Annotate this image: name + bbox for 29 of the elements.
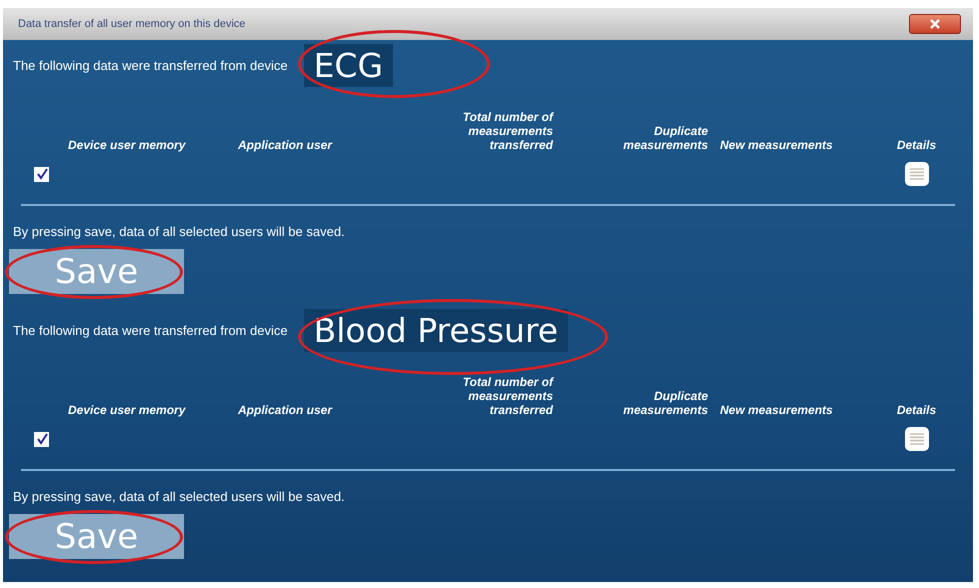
column-header: Total number of measurements transferred <box>462 110 553 152</box>
close-button[interactable] <box>909 14 961 34</box>
column-header: New measurements <box>719 138 834 152</box>
intro-text: The following data were transferred from device <box>13 322 288 338</box>
column-header: Total number of measurements transferred <box>462 375 553 417</box>
column-header: Duplicate measurements <box>622 124 708 152</box>
column-header: New measurements <box>719 403 834 417</box>
close-icon <box>928 19 942 29</box>
column-header: Details <box>896 138 938 152</box>
list-icon <box>908 432 924 446</box>
column-header: Duplicate measurements <box>622 389 708 417</box>
list-icon <box>908 167 924 181</box>
column-header: Application user <box>236 403 334 417</box>
annotation-text: Blood Pressure <box>314 310 558 350</box>
column-header: Application user <box>236 138 334 152</box>
window-title: Data transfer of all user memory on this device <box>18 18 246 30</box>
details-button[interactable] <box>904 162 928 186</box>
save-button[interactable]: Save <box>9 514 184 559</box>
save-button[interactable]: Save <box>9 249 184 294</box>
column-header: Device user memory <box>67 138 187 152</box>
info-text: By pressing save, data of all selected users will be saved. <box>12 223 346 239</box>
column-header: Device user memory <box>67 403 187 417</box>
annotation-text: ECG <box>314 46 384 84</box>
column-header: Details <box>896 403 938 417</box>
checkbox[interactable] <box>34 432 49 446</box>
info-text: By pressing save, data of all selected users will be saved. <box>12 488 346 504</box>
checkbox[interactable] <box>34 166 49 182</box>
intro-text: The following data were transferred from device <box>13 58 288 72</box>
details-button[interactable] <box>904 427 928 451</box>
